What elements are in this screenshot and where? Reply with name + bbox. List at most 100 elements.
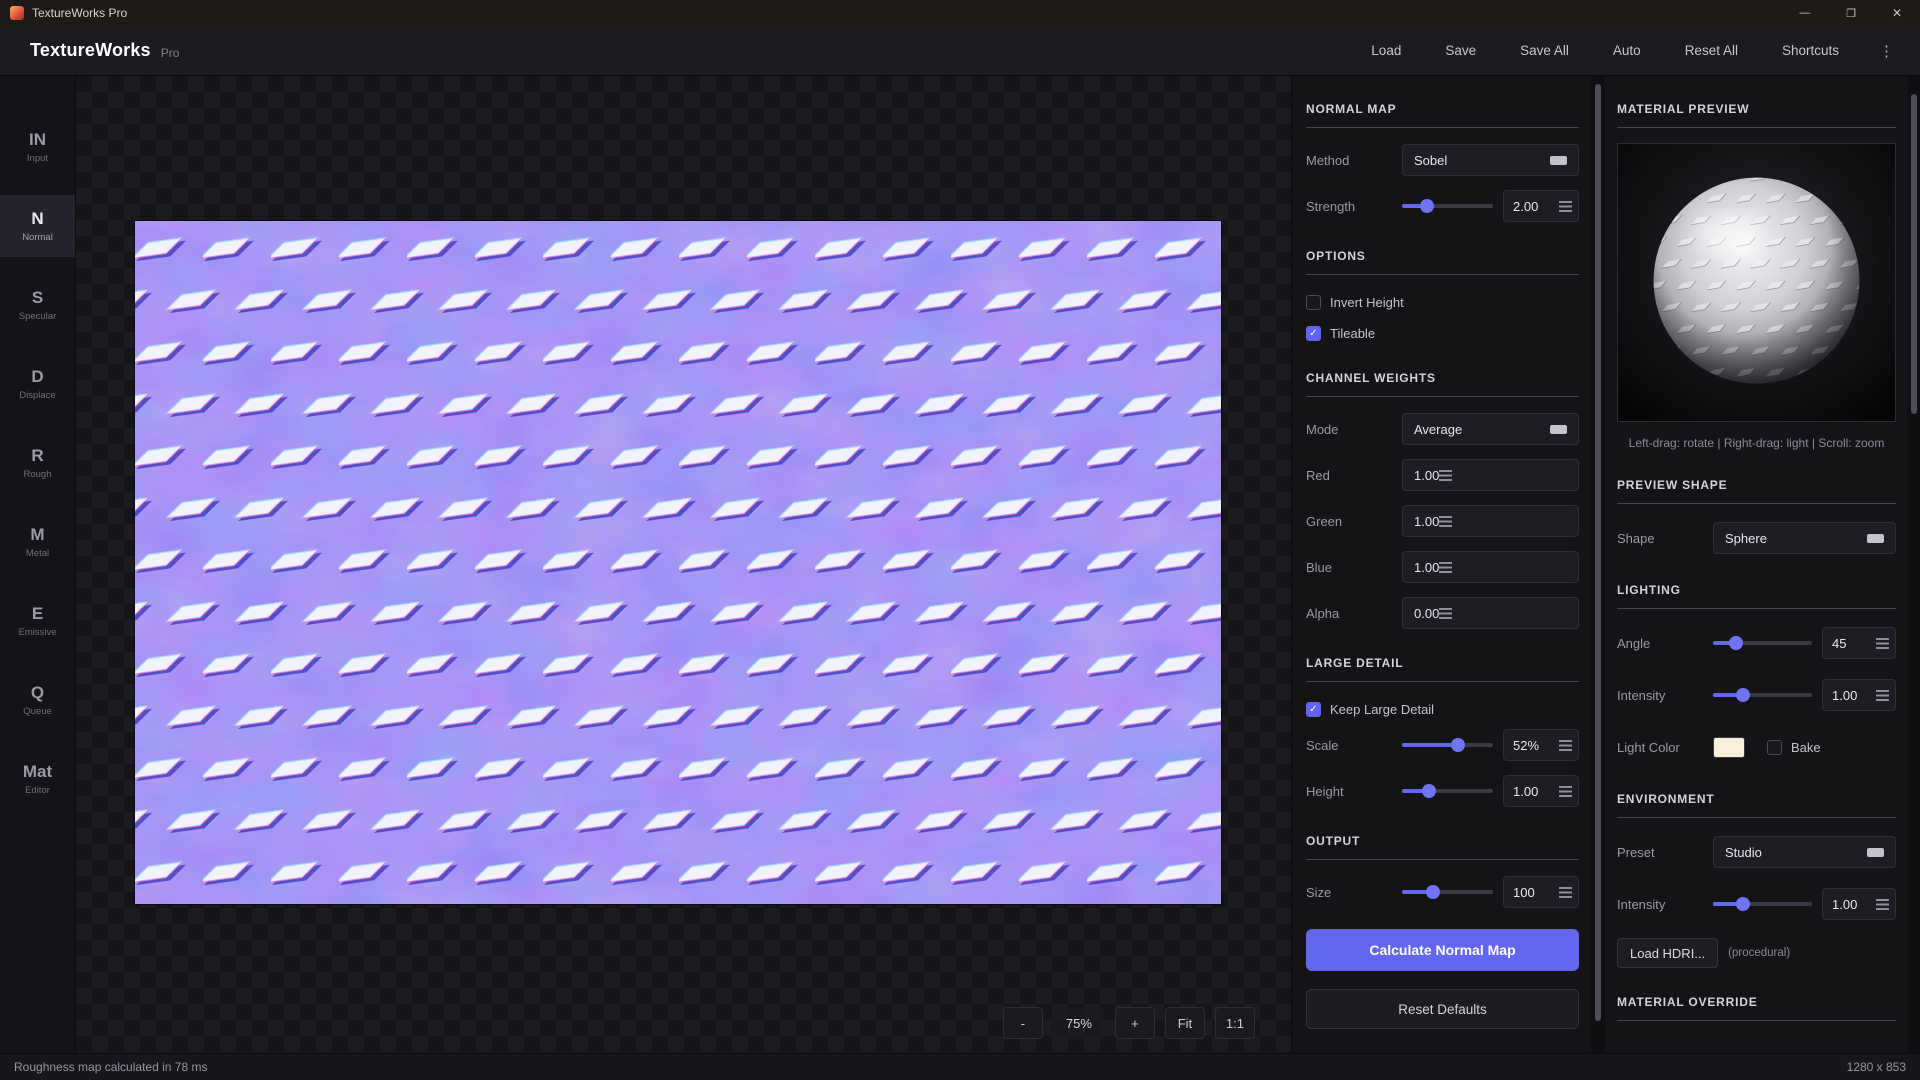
height-slider[interactable] <box>1402 784 1493 798</box>
slider-knob[interactable] <box>1420 199 1434 213</box>
slider-knob[interactable] <box>1426 885 1440 899</box>
sidebar-label: Displace <box>19 390 55 401</box>
slider-track[interactable] <box>1402 204 1493 208</box>
sidebar-label: Metal <box>26 548 49 559</box>
strength-slider[interactable] <box>1402 199 1493 213</box>
scrollbar-thumb[interactable] <box>1595 84 1601 1021</box>
invert-height-checkbox[interactable]: ✓ <box>1306 295 1321 310</box>
menubar: TextureWorks Pro Load Save Save All Auto… <box>0 26 1920 76</box>
slider-track[interactable] <box>1713 641 1812 645</box>
method-dropdown[interactable]: Sobel <box>1402 144 1579 176</box>
blue-weight-row: Blue 1.00 <box>1306 550 1579 584</box>
zoom-out-button[interactable]: - <box>1003 1007 1043 1039</box>
red-value-box[interactable]: 1.00 <box>1402 459 1579 491</box>
light-intensity-slider[interactable] <box>1713 688 1812 702</box>
size-slider[interactable] <box>1402 885 1493 899</box>
scale-label: Scale <box>1306 738 1402 753</box>
value-stepper-icon[interactable] <box>1559 887 1572 898</box>
mode-label: Mode <box>1306 422 1402 437</box>
material-preview-sphere[interactable] <box>1617 143 1896 422</box>
slider-track[interactable] <box>1402 743 1493 747</box>
env-intensity-value-box[interactable]: 1.00 <box>1822 888 1896 920</box>
slider-track[interactable] <box>1402 789 1493 793</box>
size-value-box[interactable]: 100 <box>1503 876 1579 908</box>
zoom-in-button[interactable]: + <box>1115 1007 1155 1039</box>
strength-value: 2.00 <box>1513 199 1559 214</box>
scrollbar-thumb[interactable] <box>1911 94 1917 414</box>
window-title: TextureWorks Pro <box>32 6 127 20</box>
zoom-fit-button[interactable]: Fit <box>1165 1007 1205 1039</box>
preset-dropdown[interactable]: Studio <box>1713 836 1896 868</box>
tileable-checkbox[interactable]: ✓ <box>1306 326 1321 341</box>
reset-defaults-button[interactable]: Reset Defaults <box>1306 989 1579 1029</box>
menu-save[interactable]: Save <box>1445 43 1476 58</box>
slider-track[interactable] <box>1713 693 1812 697</box>
sidebar-item-metal[interactable]: M Metal <box>0 511 75 573</box>
slider-knob[interactable] <box>1736 688 1750 702</box>
angle-value-box[interactable]: 45 <box>1822 627 1896 659</box>
bake-checkbox[interactable]: ✓ <box>1767 740 1782 755</box>
angle-row: Angle 45 <box>1617 624 1896 662</box>
keep-large-detail-row: ✓ Keep Large Detail <box>1306 697 1579 721</box>
value-stepper-icon[interactable] <box>1876 690 1889 701</box>
sidebar-item-rough[interactable]: R Rough <box>0 432 75 494</box>
value-stepper-icon[interactable] <box>1559 740 1572 751</box>
blue-value-box[interactable]: 1.00 <box>1402 551 1579 583</box>
value-stepper-icon[interactable] <box>1876 899 1889 910</box>
green-value-box[interactable]: 1.00 <box>1402 505 1579 537</box>
texture-viewport[interactable]: - 75% + Fit 1:1 <box>76 76 1291 1053</box>
alpha-value-box[interactable]: 0.00 <box>1402 597 1579 629</box>
menu-shortcuts[interactable]: Shortcuts <box>1782 43 1839 58</box>
preview-panel-scrollbar[interactable] <box>1908 76 1920 1053</box>
overflow-menu-icon[interactable]: ⋮ <box>1879 42 1894 60</box>
sidebar-item-emissive[interactable]: E Emissive <box>0 590 75 652</box>
mode-dropdown[interactable]: Average <box>1402 413 1579 445</box>
load-hdri-button[interactable]: Load HDRI... <box>1617 938 1718 968</box>
sidebar-item-specular[interactable]: S Specular <box>0 274 75 336</box>
light-color-swatch[interactable] <box>1713 737 1745 758</box>
light-intensity-value-box[interactable]: 1.00 <box>1822 679 1896 711</box>
sidebar-item-normal[interactable]: N Normal <box>0 195 75 257</box>
env-intensity-slider[interactable] <box>1713 897 1812 911</box>
panel-scrollbar[interactable] <box>1591 76 1605 1053</box>
value-stepper-icon[interactable] <box>1439 516 1452 527</box>
method-row: Method Sobel <box>1306 143 1579 177</box>
menu-save-all[interactable]: Save All <box>1520 43 1569 58</box>
normal-map-canvas[interactable] <box>135 221 1221 904</box>
slider-knob[interactable] <box>1729 636 1743 650</box>
keep-large-detail-checkbox[interactable]: ✓ <box>1306 702 1321 717</box>
zoom-actual-size-button[interactable]: 1:1 <box>1215 1007 1255 1039</box>
value-stepper-icon[interactable] <box>1439 562 1452 573</box>
strength-value-box[interactable]: 2.00 <box>1503 190 1579 222</box>
menu-reset-all[interactable]: Reset All <box>1685 43 1738 58</box>
tileable-label: Tileable <box>1330 326 1375 341</box>
slider-track[interactable] <box>1402 890 1493 894</box>
scale-value-box[interactable]: 52% <box>1503 729 1579 761</box>
close-button[interactable]: ✕ <box>1874 0 1920 26</box>
slider-knob[interactable] <box>1451 738 1465 752</box>
dropdown-indicator-icon <box>1867 848 1884 857</box>
angle-slider[interactable] <box>1713 636 1812 650</box>
alpha-weight-row: Alpha 0.00 <box>1306 596 1579 630</box>
sidebar-item-material-editor[interactable]: Mat Editor <box>0 748 75 810</box>
sidebar-item-input[interactable]: IN Input <box>0 116 75 178</box>
value-stepper-icon[interactable] <box>1559 786 1572 797</box>
sidebar-item-displace[interactable]: D Displace <box>0 353 75 415</box>
value-stepper-icon[interactable] <box>1439 470 1452 481</box>
calculate-normal-map-button[interactable]: Calculate Normal Map <box>1306 929 1579 971</box>
sidebar-item-queue[interactable]: Q Queue <box>0 669 75 731</box>
scale-slider[interactable] <box>1402 738 1493 752</box>
slider-knob[interactable] <box>1736 897 1750 911</box>
height-value-box[interactable]: 1.00 <box>1503 775 1579 807</box>
slider-knob[interactable] <box>1422 784 1436 798</box>
value-stepper-icon[interactable] <box>1439 608 1452 619</box>
value-stepper-icon[interactable] <box>1876 638 1889 649</box>
menu-auto[interactable]: Auto <box>1613 43 1641 58</box>
value-stepper-icon[interactable] <box>1559 201 1572 212</box>
shape-dropdown[interactable]: Sphere <box>1713 522 1896 554</box>
minimize-button[interactable]: — <box>1782 0 1828 26</box>
maximize-button[interactable]: ❐ <box>1828 0 1874 26</box>
slider-track[interactable] <box>1713 902 1812 906</box>
status-resolution: 1280 x 853 <box>1847 1060 1906 1074</box>
menu-load[interactable]: Load <box>1371 43 1401 58</box>
